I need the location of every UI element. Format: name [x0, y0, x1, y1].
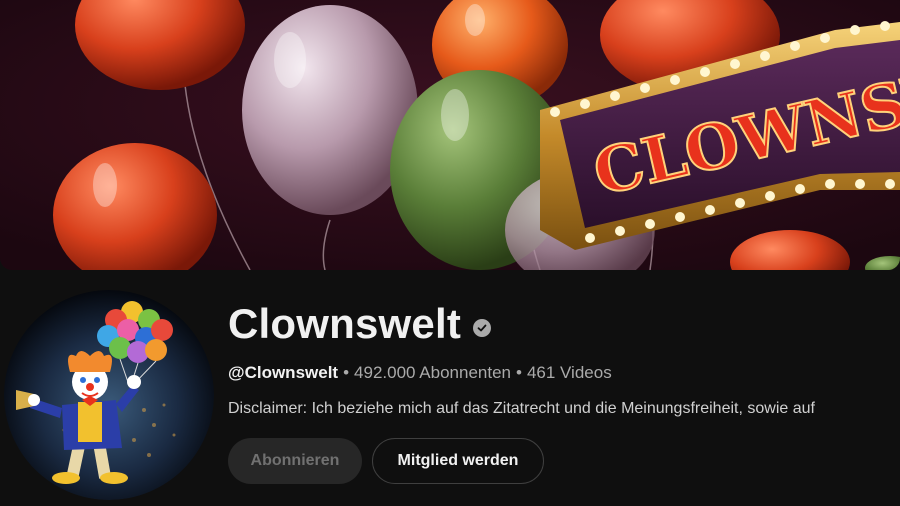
separator: •: [515, 363, 522, 382]
join-membership-button[interactable]: Mitglied werden: [372, 438, 544, 484]
clown-avatar-image: [4, 290, 214, 500]
channel-meta: @Clownswelt • 492.000 Abonnenten • 461 Video…: [228, 363, 612, 383]
channel-handle[interactable]: @Clownswelt: [228, 363, 338, 382]
channel-description[interactable]: Disclaimer: Ich beziehe mich auf das Zit…: [228, 400, 900, 418]
video-count: 461 Videos: [526, 363, 612, 382]
channel-avatar[interactable]: [4, 290, 214, 500]
channel-actions: Abonnieren Mitglied werden: [228, 438, 544, 484]
channel-name: Clownswelt: [228, 300, 462, 347]
separator: •: [343, 363, 350, 382]
channel-title-row: Clownswelt: [228, 300, 492, 348]
subscribe-button[interactable]: Abonnieren: [228, 438, 362, 484]
banner-image: CLOWNSW: [0, 0, 900, 270]
subscriber-count: 492.000 Abonnenten: [354, 363, 511, 382]
verified-check-icon[interactable]: [473, 319, 492, 337]
channel-banner: CLOWNSW: [0, 0, 900, 270]
